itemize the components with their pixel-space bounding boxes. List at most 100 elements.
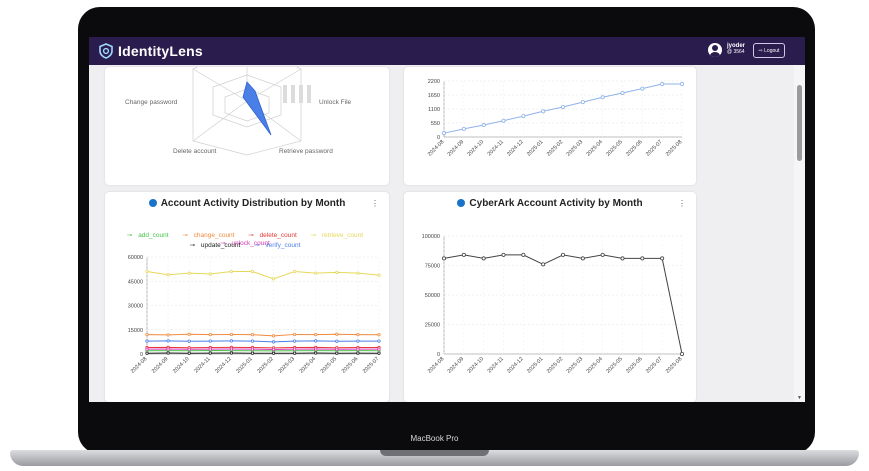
x-tick-label: 2025-07 [362, 356, 381, 375]
data-point [377, 273, 381, 277]
data-point [271, 277, 276, 281]
page-scrollbar[interactable]: ▼ [794, 65, 805, 402]
data-point [461, 126, 466, 131]
user-avatar-icon[interactable] [708, 43, 722, 57]
x-tick-label: 2025-05 [605, 356, 624, 375]
data-point [314, 271, 318, 275]
data-point [521, 114, 526, 119]
y-tick-label: 1650 [428, 93, 440, 99]
x-tick-label: 2024-09 [151, 356, 170, 375]
scroll-down-icon[interactable]: ▼ [797, 395, 802, 401]
data-point [679, 351, 684, 356]
data-point [187, 347, 191, 351]
radar-bar [283, 85, 287, 103]
x-tick-label: 2025-01 [235, 356, 254, 375]
data-point [442, 256, 447, 261]
x-tick-label: 2024-09 [447, 356, 466, 375]
top-navbar: IdentityLens jyoder @ 3564 ⇨ Logout [89, 37, 805, 65]
data-point [166, 351, 170, 355]
data-point [600, 95, 605, 100]
data-point [461, 252, 466, 257]
data-point [271, 340, 276, 344]
cumulative-line-chart: 05501100165022002024-08 2024-09 2024-10 202… [427, 79, 684, 158]
data-point [314, 351, 318, 355]
x-tick-label: 2025-04 [299, 356, 318, 375]
data-point [229, 269, 233, 274]
radar-bar [307, 85, 311, 103]
x-tick-label: 2025-03 [566, 139, 585, 158]
x-tick-label: 2024-11 [487, 139, 505, 157]
data-point [640, 256, 645, 261]
data-point [293, 351, 297, 355]
series-line [146, 333, 380, 337]
x-tick-label: 2024-10 [172, 356, 191, 375]
x-tick-label: 2025-04 [586, 356, 605, 375]
y-tick-label: 550 [431, 121, 440, 127]
data-point [187, 351, 191, 355]
data-point [145, 333, 149, 337]
data-point [314, 339, 318, 343]
logout-button[interactable]: ⇨ Logout [753, 43, 785, 58]
x-tick-label: 2025-05 [605, 139, 624, 158]
data-point [166, 273, 170, 277]
y-tick-label: 45000 [128, 279, 143, 285]
x-tick-label: 2024-09 [447, 139, 466, 158]
data-point [335, 332, 339, 336]
x-tick-label: 2024-10 [467, 356, 486, 375]
radar-label-delete-account: Delete account [173, 148, 217, 155]
data-point [229, 332, 233, 337]
x-tick-label: 2025-07 [645, 139, 664, 158]
user-info: jyoder @ 3564 [727, 43, 745, 55]
data-point [187, 332, 191, 336]
x-tick-label: 2024-11 [487, 356, 505, 374]
x-tick-label: 2025-07 [645, 356, 664, 375]
cyberark-activity-card: CyberArk Account Activity by Month ⋮ 0 25… [404, 192, 696, 402]
data-point [208, 333, 212, 337]
data-point [293, 339, 297, 343]
data-point [335, 270, 339, 274]
x-tick-label: 2025-06 [625, 356, 644, 375]
x-tick-label: 2025-03 [278, 356, 297, 375]
data-point [541, 262, 546, 267]
x-tick-label: 2025-06 [341, 356, 360, 375]
scrollbar-thumb[interactable] [797, 85, 802, 161]
data-point [521, 252, 526, 257]
data-point [335, 339, 339, 343]
data-point [145, 269, 149, 274]
app-screen: IdentityLens jyoder @ 3564 ⇨ Logout Chan… [89, 37, 805, 402]
radar-bar [291, 85, 295, 103]
series-line [146, 340, 379, 343]
series-line [146, 271, 380, 280]
laptop-model-label: MacBook Pro [410, 434, 459, 443]
data-point [560, 252, 565, 257]
data-point [356, 271, 360, 275]
data-point [229, 351, 233, 355]
data-point [314, 347, 318, 351]
data-point [377, 339, 381, 343]
y-tick-label: 60000 [128, 255, 143, 261]
data-point [250, 347, 255, 351]
data-point [335, 351, 339, 355]
data-point [271, 334, 276, 338]
radar-chart: Change password Unlock File Delete accou… [125, 67, 352, 156]
activity-distribution-card: Account Activity Distribution by Month ⋮… [105, 192, 389, 402]
y-tick-label: 50000 [425, 293, 440, 299]
data-point [481, 123, 486, 128]
data-point [356, 339, 360, 343]
data-point [250, 339, 255, 343]
data-point [145, 351, 149, 355]
user-sub: @ 3564 [727, 49, 745, 55]
app-brand[interactable]: IdentityLens [118, 43, 203, 59]
data-point [208, 339, 212, 343]
y-tick-label: 75000 [425, 264, 440, 270]
x-tick-label: 2025-08 [665, 139, 684, 158]
data-point [208, 351, 212, 355]
x-tick-label: 2024-08 [427, 139, 446, 158]
x-tick-label: 2025-04 [586, 139, 605, 158]
data-point [208, 272, 212, 276]
radar-axis [192, 100, 248, 142]
data-point [377, 333, 381, 337]
x-tick-label: 2024-11 [193, 356, 211, 374]
data-point [335, 347, 339, 351]
data-point [501, 252, 506, 257]
